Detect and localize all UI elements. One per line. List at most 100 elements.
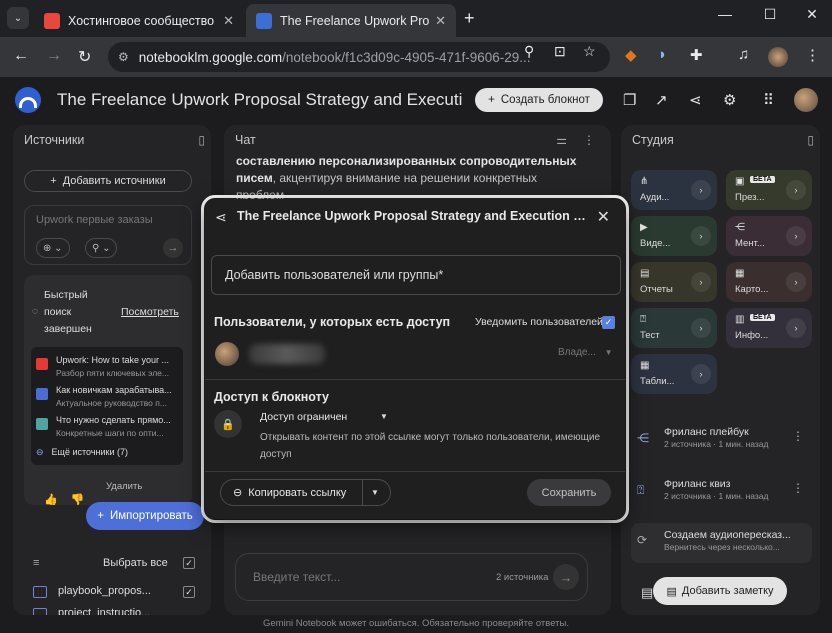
note-item[interactable]: ⍰ Фриланс квиз 2 источника · 1 мин. наза… [631,477,812,517]
more-options-icon[interactable]: ⋮ [792,481,804,495]
chevron-right-icon[interactable]: › [691,364,711,384]
metamask-extension-icon[interactable]: ◆ [625,46,637,64]
tab-close-icon[interactable]: ✕ [223,13,234,29]
tile-label: Виде... [640,238,671,249]
add-note-button[interactable]: ▤ Добавить заметку [653,577,787,605]
more-sources-link[interactable]: ⊖ Ещё источники (7) [36,447,128,458]
notebooklm-logo-icon[interactable] [15,87,41,113]
share-icon: ⋖ [215,209,227,225]
user-avatar[interactable] [794,88,818,112]
studio-tile[interactable]: ▣ БЕТА През... › [726,170,812,210]
close-window-button[interactable]: ✕ [792,6,832,23]
more-options-icon[interactable]: ⋮ [792,429,804,443]
source-search-box[interactable]: Upwork первые заказы ⊕ ⌄ ⚲ ⌄ → [24,205,192,265]
studio-tile[interactable]: ▤ Отчеты › [631,262,717,302]
zoom-icon[interactable]: ⚲ [524,43,534,60]
save-button[interactable]: Сохранить [527,479,611,506]
studio-tile[interactable]: ⍰ Тест › [631,308,717,348]
delete-button[interactable]: Удалить [106,481,142,492]
media-controls-icon[interactable]: ♫ [738,46,749,63]
more-sources-label: Ещё источники (7) [51,447,128,457]
studio-tile[interactable]: ▦ Карто... › [726,262,812,302]
create-notebook-button[interactable]: + Создать блокнот [475,88,603,112]
note-item-generating[interactable]: ⟳ Создаем аудиопересказ... Вернитесь чер… [631,523,812,563]
add-sources-button[interactable]: + Добавить источники [24,170,192,192]
site-info-icon[interactable]: ⚙ [118,50,129,64]
access-level-select[interactable]: Доступ ограничен [260,411,347,423]
tab-search-button[interactable]: ⌄ [7,7,29,29]
quick-search-status: Быстрый поиск завершен [44,289,92,335]
notebook-title[interactable]: The Freelance Upwork Proposal Strategy a… [57,90,462,110]
result-subtitle: Актуальное руководство п... [56,398,167,408]
chevron-right-icon[interactable]: › [691,318,711,338]
profile-avatar[interactable] [768,47,788,67]
research-mode-chip[interactable]: ⚲ ⌄ [85,238,118,258]
send-arrow-icon[interactable]: → [553,564,579,590]
forward-button[interactable]: → [46,47,62,65]
studio-tile[interactable]: ⋲ Мент... › [726,216,812,256]
maximize-button[interactable]: ☐ [750,6,790,23]
analytics-icon[interactable]: ↗ [655,91,668,109]
tab-close-icon[interactable]: ✕ [435,13,446,29]
note-meta: 2 источника · 1 мин. назад [664,491,769,501]
extensions-puzzle-icon[interactable]: ✚ [690,46,703,64]
settings-gear-icon[interactable]: ⚙ [723,91,736,109]
note-item[interactable]: ⋲ Фриланс плейбук 2 источника · 1 мин. н… [631,425,812,465]
select-all-checkbox[interactable]: ✓ [183,557,195,569]
thumbs-up-icon[interactable]: 👍 [44,494,58,506]
notify-checkbox[interactable]: ✓ [602,316,615,329]
chevron-right-icon[interactable]: › [691,272,711,292]
studio-tile[interactable]: ▦ Табли... › [631,354,717,394]
chat-settings-icon[interactable]: ⚌ [556,133,567,147]
chevron-right-icon[interactable]: › [786,226,806,246]
view-results-link[interactable]: Посмотреть [121,306,179,318]
chevron-right-icon[interactable]: › [786,318,806,338]
role-dropdown[interactable]: Владе... ▼ [558,347,613,358]
share-icon[interactable]: ⋖ [689,91,702,109]
thumbs-down-icon[interactable]: 👎 [71,494,85,506]
browser-menu-icon[interactable]: ⋮ [805,46,820,64]
chevron-right-icon[interactable]: › [786,180,806,200]
copy-icon[interactable]: ❐ [623,91,636,109]
studio-tile[interactable]: ▥ БЕТА Инфо... › [726,308,812,348]
add-users-input[interactable]: Добавить пользователей или группы* [225,268,443,282]
new-tab-button[interactable]: + [464,8,475,29]
collapse-panel-icon[interactable]: ▯ [807,133,814,147]
chevron-down-icon[interactable]: ▼ [371,488,379,497]
address-bar[interactable]: ⚙ notebooklm.google.com /notebook/f1c3d0… [108,42,610,72]
source-file-row[interactable]: playbook_propos... ✓ [33,585,201,601]
web-source-chip[interactable]: ⊕ ⌄ [36,238,70,258]
studio-tile[interactable]: ▶ Виде... › [631,216,717,256]
share-dialog: ⋖ The Freelance Upwork Proposal Strategy… [205,199,625,519]
file-checkbox[interactable]: ✓ [183,586,195,598]
reload-button[interactable]: ↻ [78,47,91,67]
close-icon[interactable]: ✕ [597,207,610,227]
chevron-right-icon[interactable]: › [786,272,806,292]
copy-link-button[interactable]: ⊖ Копировать ссылку ▼ [220,479,391,506]
chat-input-box[interactable]: Введите текст... 2 источника → [235,553,588,601]
submit-arrow-icon[interactable]: → [163,238,183,258]
browser-tab-notebook[interactable]: The Freelance Upwork Proposal ✕ [246,4,456,37]
create-notebook-label: Создать блокнот [500,94,590,106]
apps-grid-icon[interactable]: ⠿ [763,91,774,109]
browser-tab-hosting[interactable]: Хостинговое сообщество «Tim ✕ [34,4,244,37]
more-options-icon[interactable]: ⋮ [583,133,595,147]
chevron-down-icon[interactable]: ▼ [380,412,388,421]
source-file-row[interactable]: project_instructio... [33,607,201,615]
import-button[interactable]: + Импортировать [86,502,204,530]
studio-tile[interactable]: ⋔ Ауди... › [631,170,717,210]
result-subtitle: Конкретные шаги по опти... [56,428,164,438]
collapse-panel-icon[interactable]: ▯ [198,133,205,147]
minimize-button[interactable]: — [705,6,745,22]
studio-title: Студия [632,133,674,147]
chevron-right-icon[interactable]: › [691,180,711,200]
user-avatar [215,342,239,366]
bookmark-star-icon[interactable]: ☆ [583,43,596,60]
chevron-right-icon[interactable]: › [691,226,711,246]
extension-icon[interactable]: ◗ [658,46,667,63]
source-search-input[interactable]: Upwork первые заказы [36,214,153,226]
back-button[interactable]: ← [13,47,29,65]
chat-input[interactable]: Введите текст... [253,570,340,584]
add-users-field[interactable]: Добавить пользователей или группы* [211,255,621,295]
install-app-icon[interactable]: ⊡ [554,43,566,60]
